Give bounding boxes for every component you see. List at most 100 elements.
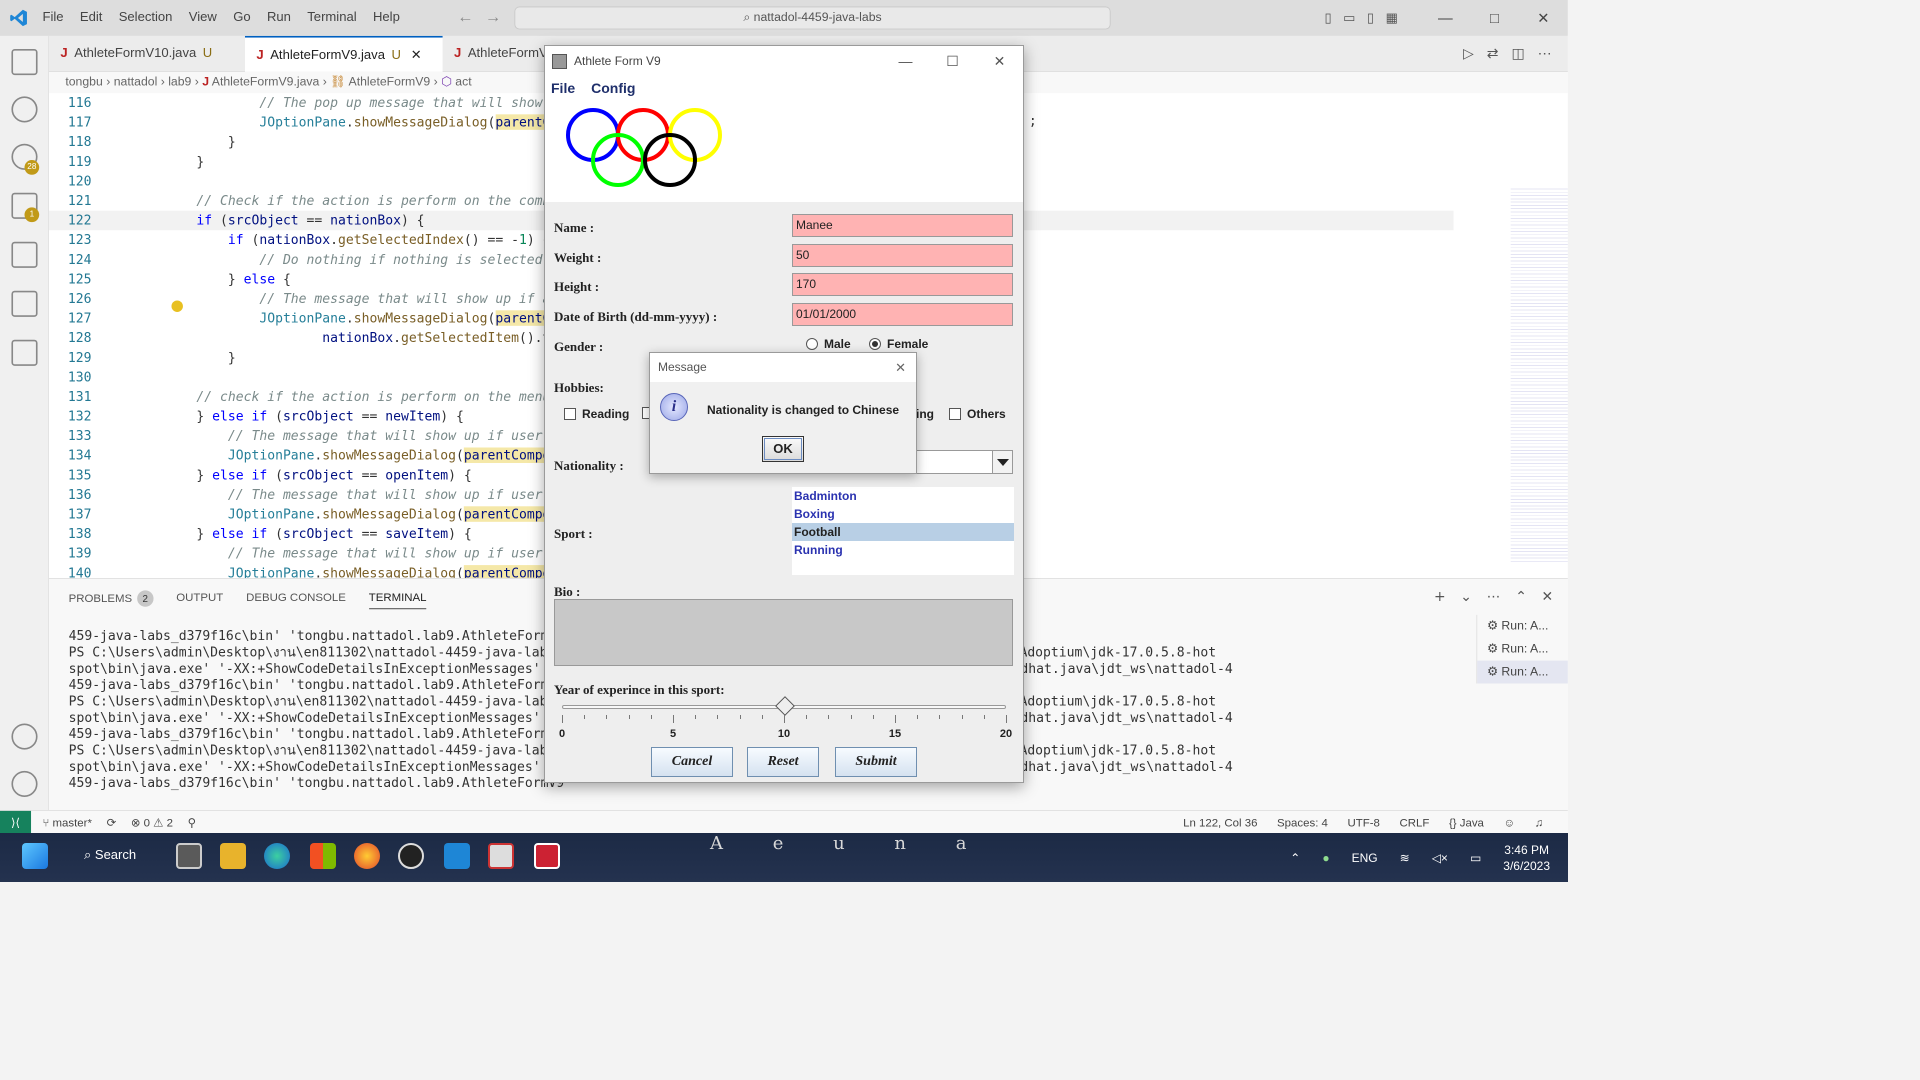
chevron-down-icon[interactable] (992, 451, 1012, 473)
toggle-panel-icon[interactable]: ▭ (1343, 10, 1355, 26)
lightbulb-icon[interactable] (171, 300, 183, 312)
notebook-icon[interactable] (11, 339, 38, 366)
maximize-panel-icon[interactable]: ⌃ (1515, 589, 1527, 605)
terminal-item[interactable]: ⚙ Run: A... (1477, 615, 1568, 638)
maximize-icon[interactable]: □ (1470, 0, 1519, 36)
tab-output[interactable]: OUTPUT (176, 590, 223, 609)
ok-button[interactable]: OK (762, 436, 804, 462)
back-arrow-icon[interactable]: ← (457, 8, 473, 27)
menu-terminal[interactable]: Terminal (307, 11, 356, 26)
weight-field[interactable]: 50 (792, 244, 1013, 267)
new-terminal-icon[interactable]: + (1434, 589, 1446, 605)
gender-female-radio[interactable]: Female (869, 337, 928, 351)
toggle-secondary-sidebar-icon[interactable]: ▯ (1367, 10, 1374, 26)
search-icon[interactable] (11, 96, 38, 123)
minimize-icon[interactable]: — (1421, 0, 1470, 36)
maximize-icon[interactable]: ☐ (929, 46, 976, 77)
breadcrumb-item[interactable]: AthleteFormV9 (349, 75, 431, 89)
store-icon[interactable] (310, 843, 336, 869)
breadcrumb-item[interactable]: nattadol (114, 75, 158, 89)
sport-item-boxing[interactable]: Boxing (792, 505, 1014, 523)
experience-slider[interactable] (562, 696, 1006, 716)
taskbar-search[interactable]: ⌕ Search (84, 847, 136, 863)
gender-male-radio[interactable]: Male (806, 337, 851, 351)
feedback-icon[interactable]: ☺ (1504, 811, 1516, 834)
close-icon[interactable]: ✕ (976, 46, 1023, 77)
notifications-bell-icon[interactable]: ♫ (1535, 811, 1544, 834)
wifi-icon[interactable]: ≋ (1400, 851, 1410, 865)
extensions-icon[interactable] (11, 241, 38, 268)
edge-browser-icon[interactable] (264, 843, 290, 869)
firefox-icon[interactable] (354, 843, 380, 869)
more-actions-icon[interactable]: ⋯ (1487, 589, 1501, 605)
problems-status[interactable]: ⊗ 0 ⚠ 2 (131, 811, 173, 834)
menu-help[interactable]: Help (373, 11, 400, 26)
menu-selection[interactable]: Selection (119, 11, 173, 26)
close-icon[interactable]: ✕ (895, 353, 906, 382)
tab-athleteformv10[interactable]: J AthleteFormV10.java U (49, 36, 245, 72)
file-explorer-icon[interactable] (220, 843, 246, 869)
tab-close-icon[interactable]: ✕ (411, 48, 422, 62)
more-actions-icon[interactable]: ⋯ (1538, 46, 1552, 62)
breadcrumb-item[interactable]: act (455, 75, 471, 89)
menu-edit[interactable]: Edit (80, 11, 103, 26)
name-field[interactable]: Manee (792, 214, 1013, 237)
microphone-icon[interactable]: ● (1322, 851, 1329, 865)
customize-layout-icon[interactable]: ▦ (1386, 10, 1398, 26)
task-view-icon[interactable] (176, 843, 202, 869)
cursor-position[interactable]: Ln 122, Col 36 (1183, 811, 1257, 834)
settings-gear-icon[interactable] (11, 770, 38, 798)
terminal-item[interactable]: ⚙ Run: A... (1477, 660, 1568, 684)
end-of-line[interactable]: CRLF (1399, 811, 1429, 834)
height-field[interactable]: 170 (792, 273, 1013, 296)
source-control-compare-icon[interactable]: ⇄ (1487, 46, 1499, 62)
close-icon[interactable]: ✕ (1519, 0, 1568, 36)
remote-icon[interactable]: ⟩⟨ (0, 810, 32, 834)
tab-debug-console[interactable]: DEBUG CONSOLE (246, 590, 346, 609)
menu-config[interactable]: Config (591, 77, 635, 99)
language-indicator[interactable]: ENG (1352, 851, 1378, 865)
command-center-search[interactable]: ⌕ nattadol-4459-java-labs (514, 6, 1111, 30)
java-app-icon[interactable] (534, 843, 560, 869)
sport-list[interactable]: Badminton Boxing Football Running (792, 487, 1014, 575)
menu-file[interactable]: File (551, 77, 575, 99)
explorer-icon[interactable] (11, 48, 38, 76)
git-branch[interactable]: ⑂ master* (42, 811, 91, 834)
breadcrumb-item[interactable]: lab9 (168, 75, 191, 89)
toggle-sidebar-icon[interactable]: ▯ (1325, 10, 1332, 26)
bio-textarea[interactable] (554, 599, 1013, 666)
menu-view[interactable]: View (189, 11, 217, 26)
hobby-reading-checkbox[interactable]: Reading (564, 407, 629, 421)
terminal-item[interactable]: ⚙ Run: A... (1477, 638, 1568, 661)
vscode-taskbar-icon[interactable] (444, 843, 470, 869)
dob-field[interactable]: 01/01/2000 (792, 303, 1013, 326)
sync-icon[interactable]: ⟳ (107, 811, 117, 834)
testing-icon[interactable] (11, 290, 38, 317)
obs-icon[interactable] (398, 843, 424, 869)
slider-thumb[interactable] (775, 696, 795, 716)
sport-item-running[interactable]: Running (792, 541, 1014, 559)
menu-go[interactable]: Go (233, 11, 250, 26)
snipping-tool-icon[interactable] (488, 843, 514, 869)
account-icon[interactable] (11, 723, 38, 750)
menu-file[interactable]: File (42, 11, 63, 26)
chevron-down-icon[interactable]: ⌄ (1460, 589, 1472, 605)
battery-icon[interactable]: ▭ (1470, 851, 1481, 865)
debug-icon[interactable]: ⚲ (188, 811, 196, 834)
hobby-others-checkbox[interactable]: Others (949, 407, 1006, 421)
forward-arrow-icon[interactable]: → (485, 8, 501, 27)
run-java-icon[interactable]: ▷ (1463, 46, 1474, 62)
sport-item-football[interactable]: Football (792, 523, 1014, 541)
encoding[interactable]: UTF-8 (1348, 811, 1380, 834)
minimize-icon[interactable]: — (882, 46, 929, 77)
show-hidden-icons-icon[interactable]: ⌃ (1290, 851, 1300, 865)
volume-icon[interactable]: ◁× (1432, 851, 1448, 865)
breadcrumb-item[interactable]: tongbu (65, 75, 102, 89)
reset-button[interactable]: Reset (747, 747, 819, 777)
windows-start-icon[interactable] (22, 843, 48, 869)
split-editor-icon[interactable]: ◫ (1511, 46, 1524, 62)
close-panel-icon[interactable]: ✕ (1542, 589, 1554, 605)
tab-athleteformv9[interactable]: J AthleteFormV9.java U ✕ (244, 35, 443, 72)
clock[interactable]: 3:46 PM 3/6/2023 (1503, 842, 1550, 874)
indentation[interactable]: Spaces: 4 (1277, 811, 1328, 834)
